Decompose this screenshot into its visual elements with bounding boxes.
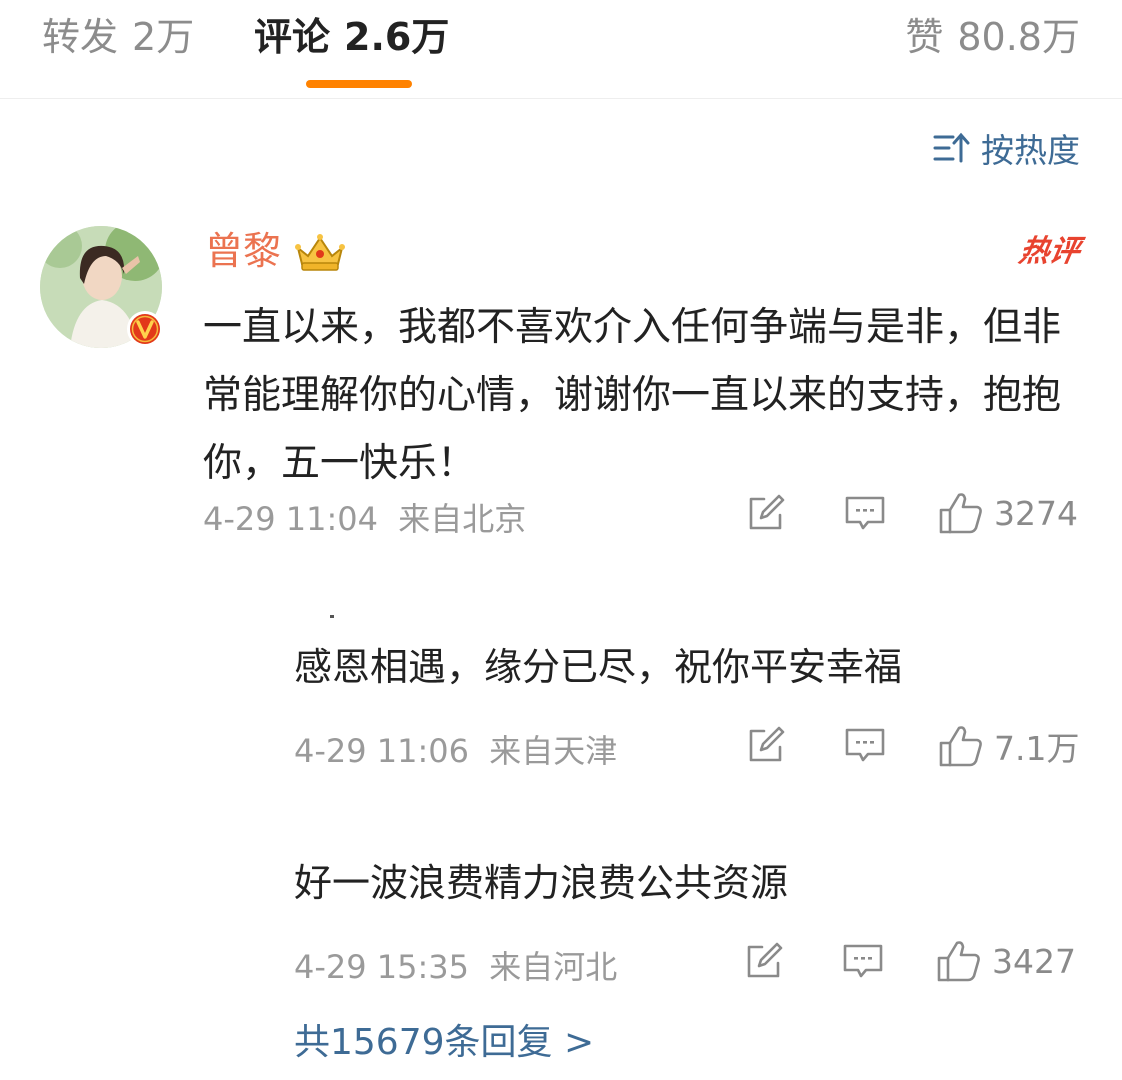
comment-source: 来自北京: [398, 500, 527, 538]
tab-repost-label: 转发: [42, 15, 119, 59]
active-tab-indicator: [306, 80, 412, 88]
sort-button[interactable]: 按热度: [933, 124, 1080, 172]
tab-like-label: 赞: [905, 15, 944, 59]
repost-icon: [749, 726, 785, 762]
reply-meta: 4-29 11:06 来自天津: [294, 726, 617, 772]
hot-comment-badge: 热评: [1016, 234, 1083, 269]
reply-meta: 4-29 15:35 来自河北: [294, 942, 617, 988]
like-count: 3427: [992, 941, 1076, 981]
reply-time: 4-29 11:06: [294, 732, 470, 770]
like-icon: [939, 493, 982, 534]
vip-v-icon: [127, 311, 163, 347]
divider-dot: [330, 615, 334, 618]
reply-time: 4-29 15:35: [294, 948, 470, 986]
comment-icon: [845, 496, 885, 530]
tab-comment-label: 评论: [254, 15, 331, 59]
comment-meta: 4-29 11:04 来自北京: [203, 494, 526, 540]
crown-icon: [295, 234, 345, 271]
repost-button[interactable]: [746, 725, 786, 765]
tab-repost-count: 2万: [132, 15, 195, 59]
like-icon: [939, 726, 982, 767]
tab-bar: 转发 2万 评论 2.6万 赞 80.8万: [0, 0, 1122, 99]
comment-button[interactable]: [842, 941, 884, 983]
repost-icon: [749, 494, 785, 530]
comment-button[interactable]: [844, 493, 886, 535]
comment-username[interactable]: 曾黎: [205, 226, 281, 276]
like-button[interactable]: 3274: [938, 490, 1078, 536]
comment-icon: [843, 944, 883, 978]
tab-like-count: 80.8万: [957, 15, 1080, 59]
comment-icon: [845, 728, 885, 762]
reply-text: 感恩相遇，缘分已尽，祝你平安幸福: [294, 645, 903, 689]
sort-icon: [933, 132, 970, 163]
repost-button[interactable]: [746, 493, 786, 533]
reply-text: 好一波浪费精力浪费公共资源: [294, 861, 789, 905]
reply-source: 来自河北: [489, 948, 618, 986]
comment-time: 4-29 11:04: [203, 500, 379, 538]
like-icon: [937, 941, 980, 982]
like-button[interactable]: 7.1万: [938, 722, 1079, 770]
like-count: 3274: [994, 493, 1078, 533]
reply-source: 来自天津: [489, 732, 618, 770]
tab-comment[interactable]: 评论 2.6万: [254, 12, 449, 62]
repost-button[interactable]: [744, 941, 784, 981]
more-replies-link[interactable]: 共15679条回复 >: [294, 1018, 594, 1068]
tab-like[interactable]: 赞 80.8万: [905, 12, 1080, 62]
comment-text: 一直以来，我都不喜欢介入任何争端与是非，但非常能理解你的心情，谢谢你一直以来的支…: [203, 305, 1062, 486]
comment-button[interactable]: [844, 725, 886, 767]
repost-icon: [747, 942, 783, 978]
sort-label: 按热度: [981, 131, 1080, 170]
tab-repost[interactable]: 转发 2万: [42, 12, 194, 62]
tab-comment-count: 2.6万: [344, 15, 450, 59]
like-count: 7.1万: [994, 729, 1080, 768]
like-button[interactable]: 3427: [936, 938, 1076, 984]
